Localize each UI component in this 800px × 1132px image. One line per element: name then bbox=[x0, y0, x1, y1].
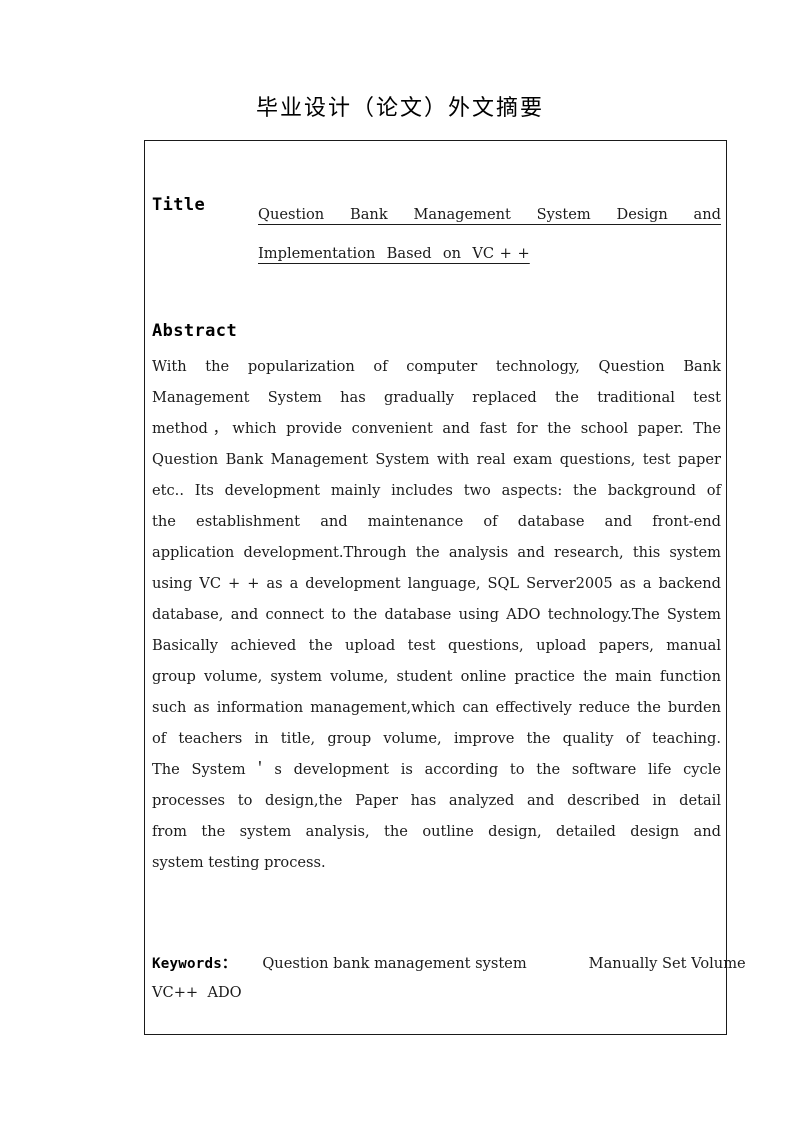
abstract-line: Management System has gradually replaced… bbox=[152, 389, 721, 406]
title-value: Question Bank Management System Design a… bbox=[258, 195, 721, 273]
keywords-block: Keywords： Question bank management syste… bbox=[152, 953, 746, 1015]
keywords-label: Keywords： bbox=[152, 956, 237, 972]
abstract-body: With the popularization of computer tech… bbox=[152, 351, 721, 878]
abstract-line: using VC + + as a development language, … bbox=[152, 575, 721, 592]
frame-inner-content: Title Question Bank Management System De… bbox=[152, 141, 746, 1034]
title-value-line-2-text: Implementation Based on VC + + bbox=[258, 245, 530, 262]
abstract-line: With the popularization of computer tech… bbox=[152, 358, 721, 375]
abstract-line: from the system analysis, the outline de… bbox=[152, 823, 721, 840]
keyword-term-1: Question bank management system bbox=[262, 955, 527, 972]
abstract-line: Question Bank Management System with rea… bbox=[152, 451, 721, 468]
keywords-line-1: Keywords： Question bank management syste… bbox=[152, 953, 746, 984]
abstract-paragraph: With the popularization of computer tech… bbox=[152, 351, 721, 878]
abstract-line: group volume, system volume, student onl… bbox=[152, 668, 721, 685]
abstract-line: processes to design,the Paper has analyz… bbox=[152, 792, 721, 809]
abstract-frame: Title Question Bank Management System De… bbox=[144, 140, 746, 1035]
abstract-line: The System＇s development is according to… bbox=[152, 761, 721, 778]
abstract-line: the establishment and maintenance of dat… bbox=[152, 513, 721, 530]
abstract-line: database, and connect to the database us… bbox=[152, 606, 721, 623]
abstract-line: Basically achieved the upload test quest… bbox=[152, 637, 721, 654]
abstract-line: of teachers in title, group volume, impr… bbox=[152, 730, 721, 747]
abstract-line: application development.Through the anal… bbox=[152, 544, 721, 561]
title-label: Title bbox=[152, 195, 206, 215]
page-title: 毕业设计（论文）外文摘要 bbox=[255, 96, 544, 121]
abstract-line: method，which provide convenient and fast… bbox=[152, 420, 721, 437]
title-value-line-1: Question Bank Management System Design a… bbox=[258, 206, 721, 223]
abstract-heading: Abstract bbox=[152, 321, 238, 341]
title-underline-tail bbox=[530, 234, 752, 273]
keyword-term-2: Manually Set Volume bbox=[588, 955, 746, 972]
abstract-line: such as information management,which can… bbox=[152, 699, 721, 716]
title-value-line-2: Implementation Based on VC + + bbox=[258, 234, 721, 273]
abstract-line: system testing process. bbox=[152, 854, 326, 871]
keywords-line-2: VC++ ADO bbox=[152, 984, 242, 1001]
abstract-line: etc.. Its development mainly includes tw… bbox=[152, 482, 721, 499]
